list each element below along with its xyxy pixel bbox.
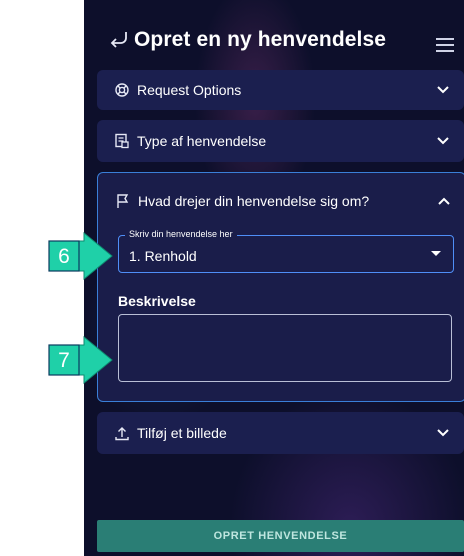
page-title: Opret en ny henvendelse [134,28,387,51]
inquiry-select-label: Skriv din henvendelse her [125,229,237,239]
annotation-arrow-6: 6 [48,232,113,280]
app-window: Opret en ny henvendelse Request Options … [84,0,464,556]
header: Opret en ny henvendelse [84,18,464,70]
arrow-6-number: 6 [58,245,70,268]
flag-icon [117,194,129,208]
chevron-down-icon[interactable] [436,85,450,95]
inquiry-select-value[interactable]: 1. Renhold [129,248,197,264]
type-panel[interactable]: Type af henvendelse [97,120,464,162]
back-arrow-icon[interactable] [106,26,132,52]
description-textarea[interactable] [118,314,452,382]
attach-panel[interactable]: Tilføj et billede [97,412,464,454]
type-label: Type af henvendelse [137,133,267,149]
chevron-down-icon[interactable] [436,428,450,438]
description-label: Beskrivelse [118,293,196,309]
upload-icon [115,427,129,441]
request-options-panel[interactable]: Request Options [97,70,464,110]
submit-button[interactable]: OPRET HENVENDELSE [97,520,464,552]
about-panel: Hvad drejer din henvendelse sig om? Skri… [97,172,464,402]
about-label: Hvad drejer din henvendelse sig om? [138,193,370,209]
attach-label: Tilføj et billede [137,425,227,441]
arrow-7-number: 7 [58,349,70,372]
request-options-label: Request Options [137,82,242,98]
lifebuoy-icon [115,83,129,97]
chevron-down-icon[interactable] [436,136,450,146]
inquiry-select[interactable]: Skriv din henvendelse her 1. Renhold [118,229,454,273]
dropdown-caret-icon[interactable] [431,251,441,256]
document-icon [115,133,129,149]
chevron-up-icon[interactable] [437,196,451,206]
hamburger-menu-icon[interactable] [436,38,454,52]
annotation-arrow-7: 7 [48,336,113,384]
